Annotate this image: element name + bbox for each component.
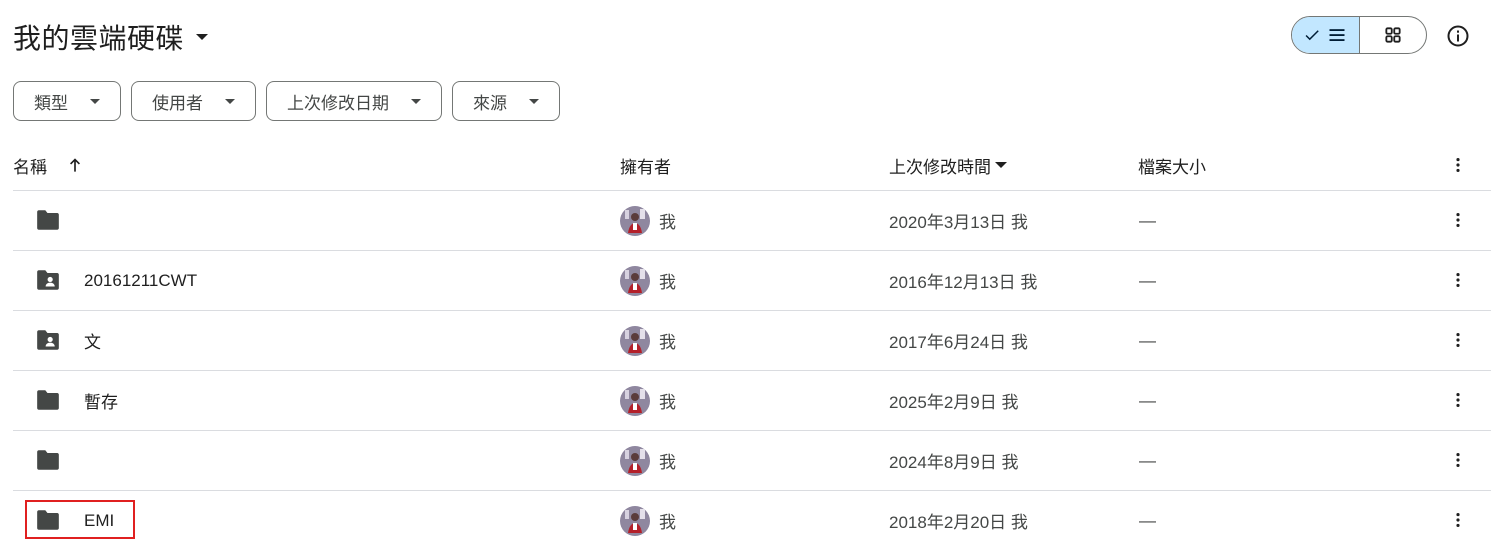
file-size: — [1139,450,1156,470]
shared-folder-icon [35,268,61,292]
avatar [620,505,650,536]
folder-icon [35,388,61,412]
shared-folder-icon [35,328,61,352]
table-row[interactable]: EMI 我 2018年2月20日 我 — [13,491,1491,547]
filter-type-label: 類型 [34,93,68,113]
list-icon [1329,29,1345,41]
owner-cell: 我 [620,371,676,430]
file-name: 暫存 [84,393,118,412]
modified-date: 2016年12月13日 我 [889,273,1038,292]
grid-view-button[interactable] [1360,17,1427,53]
caret-down-icon [411,98,421,104]
modified-date: 2024年8月9日 我 [889,453,1019,472]
owner-cell: 我 [620,491,676,547]
owner-cell: 我 [620,251,676,310]
folder-icon [35,448,61,472]
more-vert-icon [1456,393,1460,407]
row-more-actions-button[interactable] [1443,205,1473,235]
avatar [620,265,650,296]
owner-name: 我 [659,213,676,232]
caret-down-icon [225,98,235,104]
modified-date: 2020年3月13日 我 [889,213,1028,232]
caret-down-icon [196,34,209,40]
file-size: — [1139,510,1156,530]
column-size-label: 檔案大小 [1138,157,1206,177]
file-size: — [1139,210,1156,230]
table-row[interactable]: 我 2020年3月13日 我 — [13,191,1491,251]
avatar [620,325,650,356]
avatar [620,205,650,236]
table-row[interactable]: 我 2024年8月9日 我 — [13,431,1491,491]
column-options-button[interactable] [1443,150,1473,180]
owner-name: 我 [659,513,676,532]
filter-modified-chip[interactable]: 上次修改日期 [266,81,442,121]
table-row[interactable]: 20161211CWT 我 2016年12月13日 我 — [13,251,1491,311]
sort-direction-button[interactable] [65,155,85,175]
grid-icon [1385,27,1401,43]
table-row[interactable]: 文 我 2017年6月24日 我 — [13,311,1491,371]
drive-page: 我的雲端硬碟 類型 使用者 上次修改日期 來源 名稱 擁有者 上次修改時間 檔案… [0,0,1506,547]
folder-icon [35,508,61,532]
page-title: 我的雲端硬碟 [13,23,185,54]
filter-bar: 類型 使用者 上次修改日期 來源 [13,81,560,121]
file-size: — [1139,390,1156,410]
my-drive-title-menu[interactable]: 我的雲端硬碟 [13,17,209,57]
info-icon [1447,25,1469,47]
modified-date: 2018年2月20日 我 [889,513,1028,532]
avatar [620,385,650,416]
caret-down-icon [90,98,100,104]
column-name-label: 名稱 [13,157,47,177]
column-header-name[interactable]: 名稱 [13,140,85,190]
owner-cell: 我 [620,431,676,490]
more-vert-icon [1456,158,1460,172]
file-name: 20161211CWT [84,270,198,290]
folder-icon [35,208,61,232]
check-icon [1305,30,1319,41]
owner-cell: 我 [620,311,676,370]
modified-date: 2025年2月9日 我 [889,393,1019,412]
row-more-actions-button[interactable] [1443,385,1473,415]
file-size: — [1139,330,1156,350]
caret-down-icon [529,98,539,104]
filter-type-chip[interactable]: 類型 [13,81,121,121]
row-more-actions-button[interactable] [1443,325,1473,355]
more-vert-icon [1456,273,1460,287]
column-header-owner[interactable]: 擁有者 [620,140,671,190]
column-header-modified[interactable]: 上次修改時間 [889,140,1007,190]
row-more-actions-button[interactable] [1443,445,1473,475]
table-header: 名稱 擁有者 上次修改時間 檔案大小 [13,140,1491,191]
list-view-button[interactable] [1292,17,1360,53]
arrow-up-icon [70,158,80,172]
owner-cell: 我 [620,191,676,250]
file-name: EMI [84,510,115,530]
filter-source-chip[interactable]: 來源 [452,81,560,121]
owner-name: 我 [659,453,676,472]
modified-date: 2017年6月24日 我 [889,333,1028,352]
row-more-actions-button[interactable] [1443,265,1473,295]
owner-name: 我 [659,333,676,352]
avatar [620,445,650,476]
filter-modified-label: 上次修改日期 [287,93,389,113]
column-modified-label: 上次修改時間 [889,157,991,177]
view-toggle [1291,16,1427,54]
column-owner-label: 擁有者 [620,157,671,177]
owner-name: 我 [659,273,676,292]
table-row[interactable]: 暫存 我 2025年2月9日 我 — [13,371,1491,431]
details-info-button[interactable] [1440,18,1476,54]
file-size: — [1139,270,1156,290]
filter-people-label: 使用者 [152,93,203,113]
more-vert-icon [1456,453,1460,467]
column-header-size[interactable]: 檔案大小 [1138,140,1206,190]
file-name: 文 [84,333,101,352]
more-vert-icon [1456,513,1460,527]
filter-people-chip[interactable]: 使用者 [131,81,256,121]
owner-name: 我 [659,393,676,412]
caret-down-icon [995,162,1007,168]
more-vert-icon [1456,333,1460,347]
more-vert-icon [1456,213,1460,227]
filter-source-label: 來源 [473,93,507,113]
row-more-actions-button[interactable] [1443,505,1473,535]
